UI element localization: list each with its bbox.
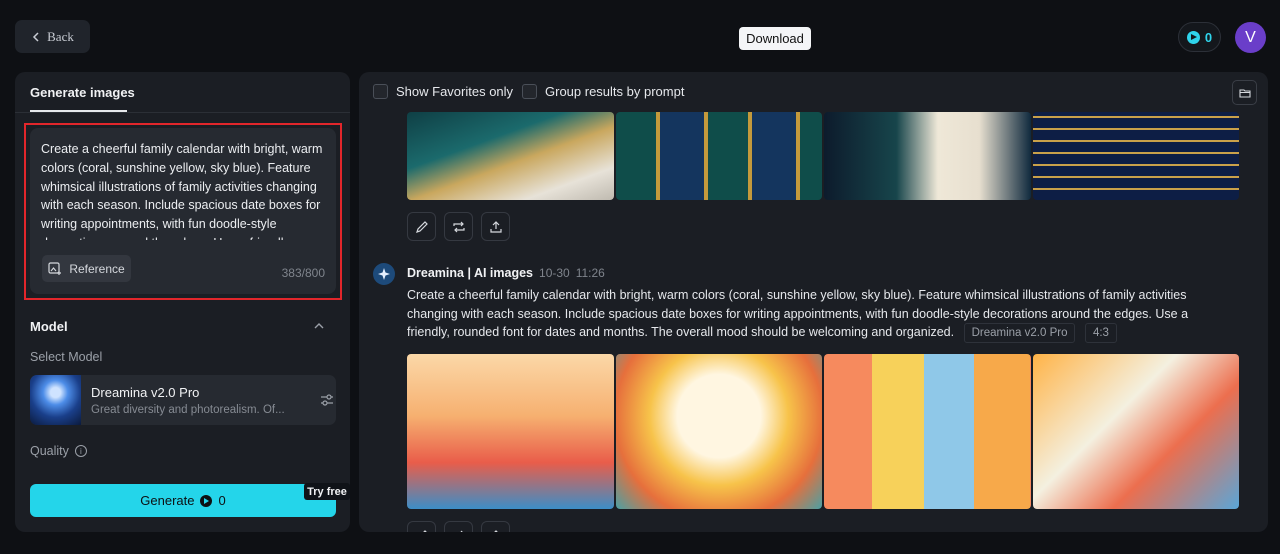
credits-pill[interactable]: 0 bbox=[1178, 22, 1221, 52]
dreamina-logo-icon bbox=[373, 263, 395, 285]
generated-image[interactable] bbox=[615, 112, 822, 200]
show-favorites-label: Show Favorites only bbox=[396, 84, 514, 99]
aspect-ratio-tag: 4:3 bbox=[1084, 323, 1117, 344]
results-panel: Show Favorites only Group results by pro… bbox=[359, 72, 1268, 532]
checkbox-box[interactable] bbox=[373, 84, 388, 99]
image-grid-current bbox=[407, 354, 1239, 509]
share-button[interactable] bbox=[481, 212, 510, 241]
model-heading: Model bbox=[30, 319, 68, 334]
generation-prompt: Create a cheerful family calendar with b… bbox=[407, 286, 1219, 344]
credit-icon bbox=[200, 494, 213, 507]
prompt-input[interactable]: Create a cheerful family calendar with b… bbox=[30, 128, 336, 294]
generate-panel: Generate images Create a cheerful family… bbox=[15, 72, 350, 532]
model-thumbnail bbox=[30, 375, 81, 425]
avatar[interactable]: V bbox=[1235, 22, 1266, 53]
generation-date: 10-30 bbox=[539, 266, 570, 280]
generate-button[interactable]: Generate 0 bbox=[30, 484, 336, 517]
show-favorites-checkbox[interactable]: Show Favorites only bbox=[373, 84, 513, 99]
share-button[interactable] bbox=[481, 521, 510, 532]
quality-section: Quality i bbox=[30, 444, 87, 458]
reference-label: Reference bbox=[69, 261, 125, 276]
quality-label: Quality bbox=[30, 444, 69, 458]
select-model-label: Select Model bbox=[30, 350, 103, 364]
image-actions bbox=[407, 521, 510, 532]
settings-sliders-icon[interactable] bbox=[320, 393, 334, 407]
model-tag: Dreamina v2.0 Pro bbox=[963, 323, 1076, 344]
tab-generate-images[interactable]: Generate images bbox=[30, 85, 135, 100]
generated-image[interactable] bbox=[824, 354, 1031, 509]
generate-credits: 0 bbox=[218, 493, 226, 508]
prompt-text[interactable]: Create a cheerful family calendar with b… bbox=[41, 140, 325, 240]
generated-image[interactable] bbox=[1032, 354, 1239, 509]
generation-header: Dreamina | AI images 10-30 11:26 bbox=[407, 266, 605, 280]
divider bbox=[15, 112, 350, 113]
chevron-left-icon bbox=[33, 31, 39, 42]
upload-icon bbox=[493, 529, 498, 532]
upload-icon bbox=[489, 220, 502, 233]
group-by-prompt-checkbox[interactable]: Group results by prompt bbox=[522, 84, 684, 99]
char-count: 383/800 bbox=[281, 266, 325, 280]
generated-image[interactable] bbox=[407, 112, 614, 200]
pencil-icon bbox=[422, 529, 427, 532]
generation-time: 11:26 bbox=[575, 266, 605, 280]
try-free-badge: Try free bbox=[304, 483, 350, 500]
back-button[interactable]: Back bbox=[15, 20, 90, 53]
generated-image[interactable] bbox=[615, 354, 822, 509]
generated-image[interactable] bbox=[1032, 112, 1239, 200]
image-grid-previous bbox=[407, 112, 1239, 200]
image-actions bbox=[407, 212, 510, 241]
model-name: Dreamina v2.0 Pro bbox=[91, 385, 200, 400]
folder-button[interactable] bbox=[1232, 80, 1257, 105]
repeat-icon bbox=[452, 221, 465, 232]
checkbox-box[interactable] bbox=[522, 84, 537, 99]
edit-button[interactable] bbox=[407, 212, 436, 241]
generation-author: Dreamina | AI images bbox=[407, 266, 534, 280]
image-add-icon bbox=[48, 261, 62, 275]
reference-button[interactable]: Reference bbox=[42, 255, 131, 282]
generated-image[interactable] bbox=[824, 112, 1031, 200]
credits-count: 0 bbox=[1204, 29, 1213, 45]
edit-button[interactable] bbox=[407, 521, 436, 532]
generated-image[interactable] bbox=[407, 354, 614, 509]
repeat-icon bbox=[452, 530, 463, 532]
group-by-prompt-label: Group results by prompt bbox=[545, 84, 685, 99]
credit-icon bbox=[1186, 30, 1200, 44]
model-description: Great diversity and photorealism. Of... bbox=[91, 404, 285, 416]
info-icon[interactable]: i bbox=[74, 445, 87, 457]
regenerate-button[interactable] bbox=[444, 212, 473, 241]
generate-label: Generate bbox=[140, 493, 195, 508]
back-label: Back bbox=[47, 28, 74, 44]
download-tooltip: Download bbox=[739, 27, 811, 50]
model-selector[interactable]: Dreamina v2.0 Pro Great diversity and ph… bbox=[30, 375, 336, 425]
chevron-up-icon[interactable] bbox=[313, 320, 325, 332]
regenerate-button[interactable] bbox=[444, 521, 473, 532]
pencil-icon bbox=[415, 220, 428, 233]
folder-icon bbox=[1238, 88, 1251, 98]
